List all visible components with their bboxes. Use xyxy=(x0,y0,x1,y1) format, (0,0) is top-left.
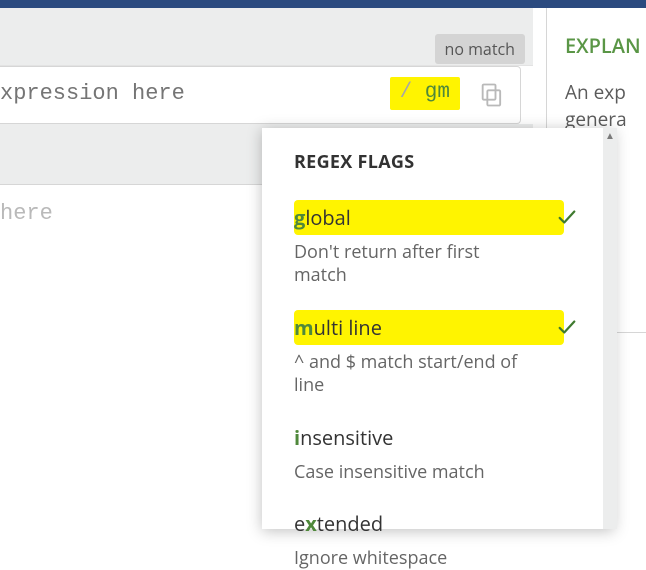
flag-rest: tended xyxy=(317,510,383,537)
flag-label: global xyxy=(294,200,564,235)
flag-description: Don't return after first match xyxy=(294,241,524,288)
flag-rest: nsensitive xyxy=(300,424,393,451)
explanation-heading: EXPLAN xyxy=(565,32,646,59)
check-icon xyxy=(556,206,578,228)
flag-prefix: e xyxy=(294,510,305,537)
copy-icon[interactable] xyxy=(478,81,506,109)
popup-title: REGEX FLAGS xyxy=(262,128,614,200)
popup-body: global Don't return after first match mult… xyxy=(262,200,614,570)
flag-description: Ignore whitespace xyxy=(294,547,524,570)
expression-header: no match xyxy=(0,8,533,66)
test-placeholder: here xyxy=(0,201,53,226)
flags-display[interactable]: / gm xyxy=(390,77,460,110)
expression-input[interactable] xyxy=(0,81,380,106)
flag-item-g[interactable]: global Don't return after first match xyxy=(294,200,586,288)
expression-row: / gm xyxy=(0,66,521,124)
flags-delimiter: / xyxy=(400,81,413,104)
flag-label: extended xyxy=(294,506,564,541)
top-bar xyxy=(0,0,646,8)
flag-description: ^ and $ match start/end of line xyxy=(294,351,524,398)
flag-letter: m xyxy=(294,314,314,341)
flag-item-x[interactable]: extended Ignore whitespace xyxy=(294,506,586,570)
flag-rest: ulti line xyxy=(314,314,382,341)
flag-label: multi line xyxy=(294,310,564,345)
flag-letter: g xyxy=(294,204,305,231)
flag-rest: lobal xyxy=(305,204,350,231)
flag-item-m[interactable]: multi line ^ and $ match start/end of lin… xyxy=(294,310,586,398)
flag-description: Case insensitive match xyxy=(294,461,524,484)
flag-letter: x xyxy=(305,510,317,537)
regex-flags-popup: ▲ REGEX FLAGS global Don't return after f… xyxy=(262,128,614,529)
flag-label: insensitive xyxy=(294,420,564,455)
scroll-up-arrow-icon[interactable]: ▲ xyxy=(603,128,617,142)
match-status-badge: no match xyxy=(435,34,525,64)
flags-text: gm xyxy=(412,81,450,104)
flag-item-i[interactable]: insensitive Case insensitive match xyxy=(294,420,586,484)
check-icon xyxy=(556,316,578,338)
explanation-text-1: An exp xyxy=(565,79,646,106)
